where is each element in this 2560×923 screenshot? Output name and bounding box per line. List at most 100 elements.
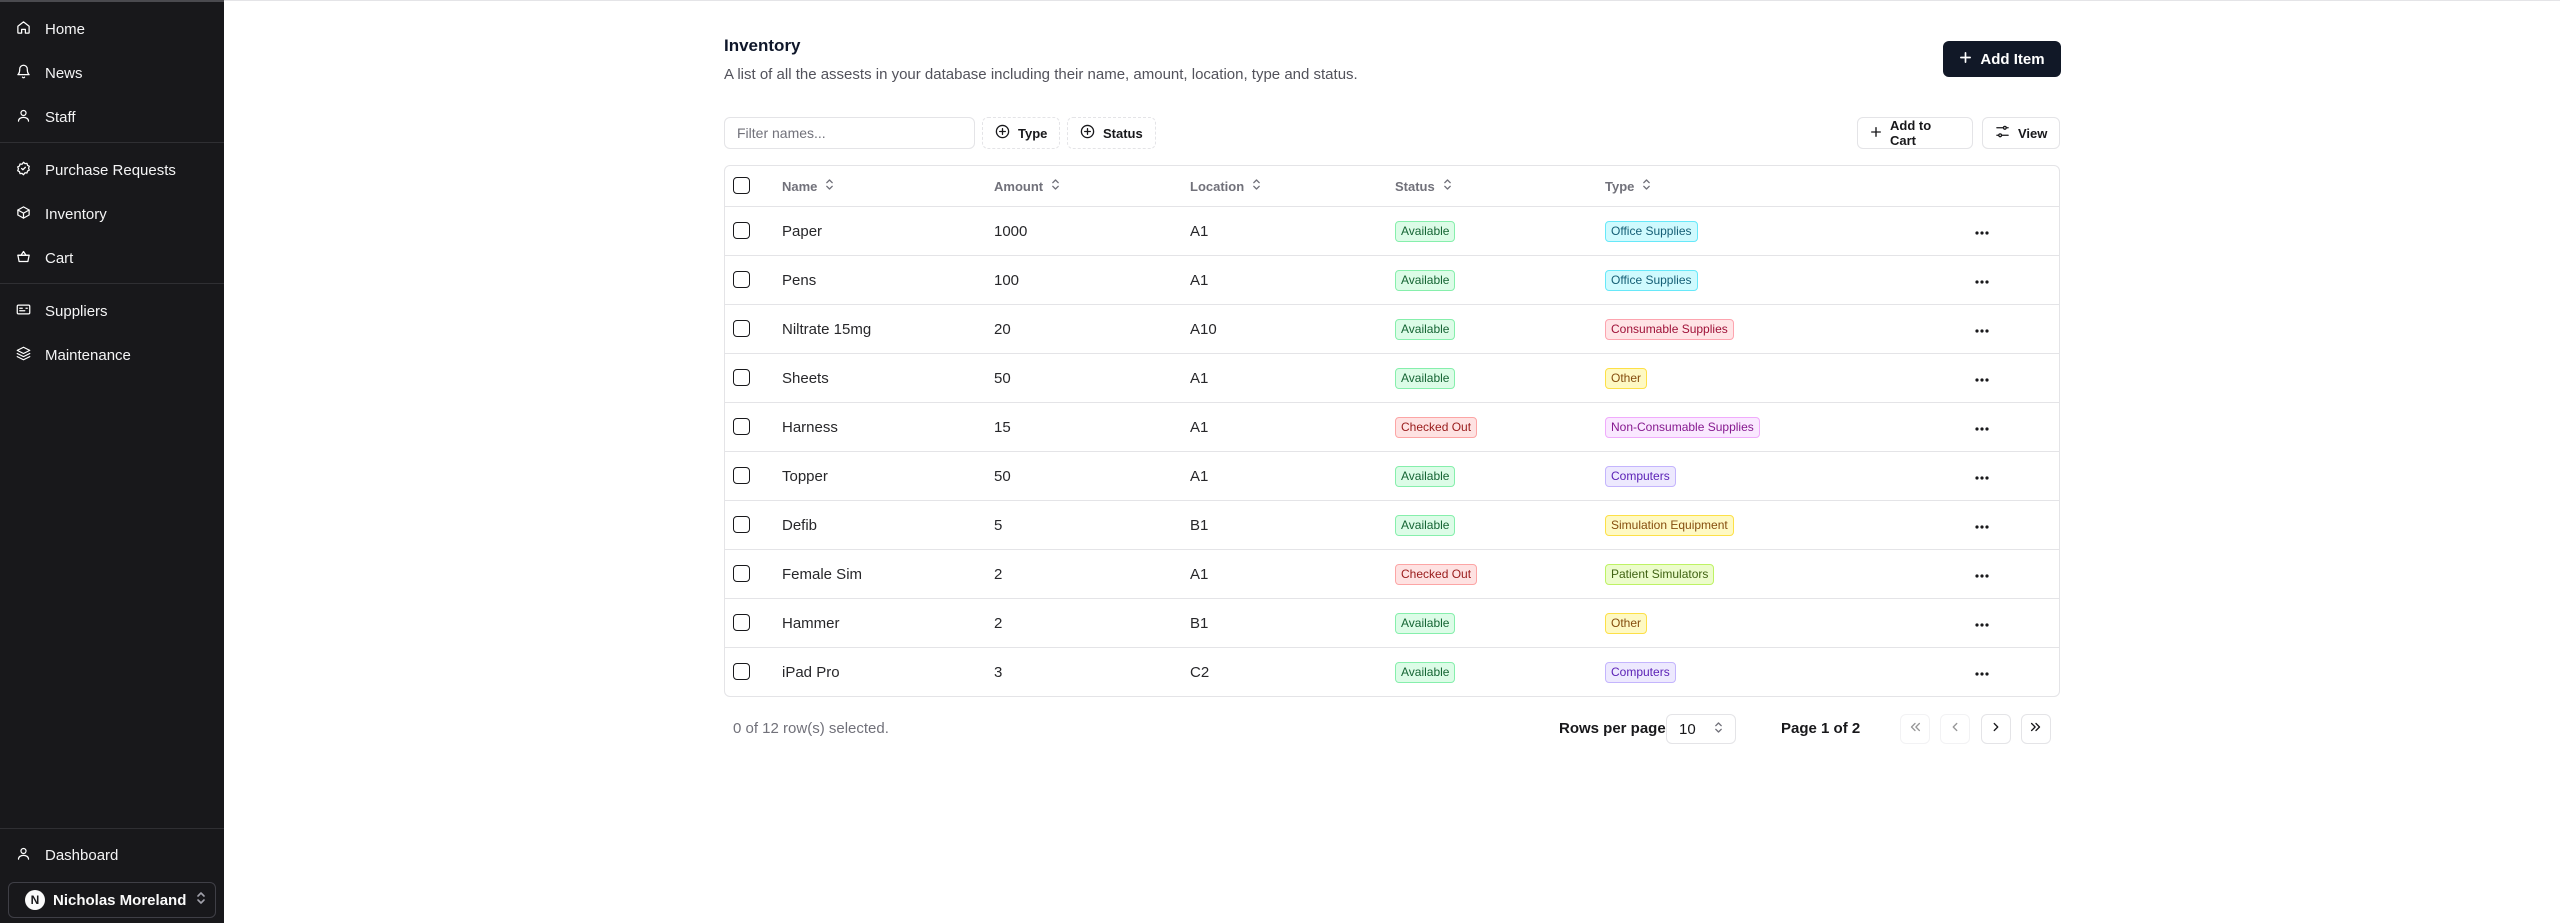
next-page-button[interactable] (1981, 714, 2011, 744)
sidebar-item-purchase-requests[interactable]: Purchase Requests (0, 155, 224, 185)
column-header-amount[interactable]: Amount (994, 166, 1060, 206)
sort-icon (825, 178, 834, 194)
table-row[interactable]: Hammer 2 B1 Available Other (725, 599, 2059, 648)
row-checkbox[interactable] (733, 516, 750, 533)
cell-amount: 15 (994, 418, 1011, 436)
basket-icon (16, 249, 31, 268)
table-header: Name Amount Location Status Type (725, 166, 2059, 207)
row-checkbox[interactable] (733, 271, 750, 288)
more-horizontal-icon (1975, 369, 1989, 387)
more-horizontal-icon (1975, 222, 1989, 240)
status-filter-button[interactable]: Status (1067, 117, 1156, 149)
last-page-button[interactable] (2021, 714, 2051, 744)
user-menu-button[interactable]: N Nicholas Moreland (8, 882, 216, 918)
user-icon (16, 108, 31, 127)
sort-icon (1051, 178, 1060, 194)
row-actions-button[interactable] (1972, 272, 1992, 288)
status-badge: Checked Out (1395, 563, 1478, 585)
row-actions-button[interactable] (1972, 419, 1992, 435)
plus-icon (1870, 126, 1882, 141)
table-row[interactable]: Topper 50 A1 Available Computers (725, 452, 2059, 501)
status-badge: Available (1395, 514, 1456, 536)
table-row[interactable]: Niltrate 15mg 20 A10 Available Consumable Su… (725, 305, 2059, 354)
sidebar-divider (0, 828, 224, 829)
sidebar-item-cart[interactable]: Cart (0, 243, 224, 273)
cell-amount: 50 (994, 369, 1011, 387)
row-checkbox[interactable] (733, 418, 750, 435)
column-header-name[interactable]: Name (782, 166, 834, 206)
table-row[interactable]: Defib 5 B1 Available Simulation Equipment (725, 501, 2059, 550)
more-horizontal-icon (1975, 663, 1989, 681)
cell-status: Available (1395, 648, 1456, 696)
cell-type: Consumable Supplies (1605, 305, 1734, 353)
rows-per-page-select[interactable]: 10 (1666, 714, 1736, 744)
cell-location: A10 (1190, 320, 1217, 338)
sidebar-item-home[interactable]: Home (0, 14, 224, 44)
cell-status: Available (1395, 354, 1456, 402)
sidebar-item-inventory[interactable]: Inventory (0, 199, 224, 229)
add-item-button[interactable]: Add Item (1943, 41, 2061, 77)
table-row[interactable]: iPad Pro 3 C2 Available Computers (725, 648, 2059, 696)
type-filter-button[interactable]: Type (982, 117, 1061, 149)
first-page-button[interactable] (1900, 714, 1930, 744)
table-row[interactable]: Paper 1000 A1 Available Office Supplies (725, 207, 2059, 256)
cell-name: Niltrate 15mg (782, 320, 872, 338)
sidebar-item-label: Purchase Requests (45, 161, 176, 179)
type-badge: Computers (1605, 661, 1676, 683)
select-all-checkbox[interactable] (733, 177, 750, 194)
sidebar-item-label: Staff (45, 108, 76, 126)
cell-type: Simulation Equipment (1605, 501, 1734, 549)
sidebar-divider (0, 142, 224, 143)
filter-names-input[interactable] (724, 117, 975, 149)
type-badge: Computers (1605, 465, 1676, 487)
sidebar-item-label: Dashboard (45, 846, 119, 864)
row-actions-button[interactable] (1972, 615, 1992, 631)
status-badge: Available (1395, 269, 1456, 291)
row-checkbox[interactable] (733, 467, 750, 484)
cell-status: Available (1395, 256, 1456, 304)
row-actions-button[interactable] (1972, 517, 1992, 533)
id-card-icon (16, 302, 31, 321)
chevrons-right-icon (2029, 720, 2043, 739)
row-actions-button[interactable] (1972, 370, 1992, 386)
row-actions-button[interactable] (1972, 223, 1992, 239)
row-checkbox[interactable] (733, 614, 750, 631)
column-header-location[interactable]: Location (1190, 166, 1261, 206)
more-horizontal-icon (1975, 418, 1989, 436)
sidebar-item-dashboard[interactable]: Dashboard (0, 840, 224, 870)
page-description: A list of all the assests in your databa… (724, 66, 1358, 83)
row-actions-button[interactable] (1972, 664, 1992, 680)
add-to-cart-button[interactable]: Add to Cart (1857, 117, 1973, 149)
sidebar-item-news[interactable]: News (0, 58, 224, 88)
row-actions-button[interactable] (1972, 321, 1992, 337)
type-badge: Office Supplies (1605, 220, 1698, 242)
table-row[interactable]: Female Sim 2 A1 Checked Out Patient Simulato… (725, 550, 2059, 599)
column-header-type[interactable]: Type (1605, 166, 1651, 206)
sidebar-item-maintenance[interactable]: Maintenance (0, 340, 224, 370)
row-actions-button[interactable] (1972, 468, 1992, 484)
column-label: Status (1395, 178, 1435, 194)
row-checkbox[interactable] (733, 565, 750, 582)
table-row[interactable]: Harness 15 A1 Checked Out Non-Consumable Sup… (725, 403, 2059, 452)
table-row[interactable]: Sheets 50 A1 Available Other (725, 354, 2059, 403)
row-checkbox[interactable] (733, 369, 750, 386)
row-checkbox[interactable] (733, 663, 750, 680)
sidebar-item-suppliers[interactable]: Suppliers (0, 296, 224, 326)
row-checkbox[interactable] (733, 222, 750, 239)
more-horizontal-icon (1975, 467, 1989, 485)
previous-page-button[interactable] (1940, 714, 1970, 744)
cell-amount: 50 (994, 467, 1011, 485)
more-horizontal-icon (1975, 271, 1989, 289)
row-actions-button[interactable] (1972, 566, 1992, 582)
table-row[interactable]: Pens 100 A1 Available Office Supplies (725, 256, 2059, 305)
cell-type: Office Supplies (1605, 256, 1698, 304)
sidebar-item-staff[interactable]: Staff (0, 102, 224, 132)
status-badge: Available (1395, 220, 1456, 242)
package-icon (16, 205, 31, 224)
view-options-button[interactable]: View (1982, 117, 2060, 149)
type-filter-label: Type (1018, 125, 1048, 141)
inventory-table: Name Amount Location Status Type Paper 10… (724, 165, 2060, 697)
column-header-status[interactable]: Status (1395, 166, 1452, 206)
selection-count: 0 of 12 row(s) selected. (733, 720, 889, 737)
row-checkbox[interactable] (733, 320, 750, 337)
